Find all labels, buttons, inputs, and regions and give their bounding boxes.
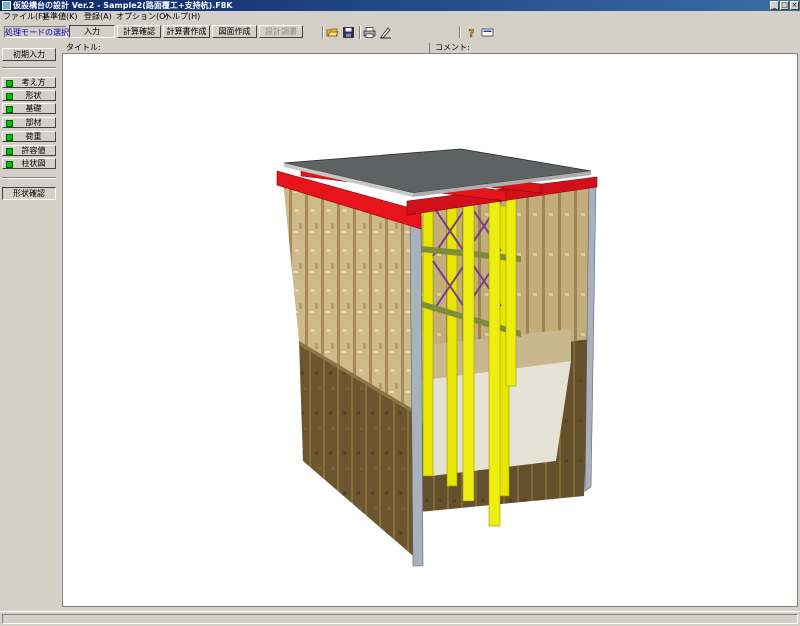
- help-icon[interactable]: ?: [465, 26, 478, 39]
- pile: [462, 195, 475, 502]
- menu-register[interactable]: 登録(A): [84, 11, 112, 23]
- status-cell: [2, 614, 798, 624]
- status-lamp: [6, 148, 13, 155]
- comment-field-label: コメント:: [435, 43, 470, 52]
- initial-input-button[interactable]: 初期入力: [2, 48, 56, 61]
- menu-help[interactable]: ヘルプ(H): [164, 11, 200, 23]
- status-lamp: [6, 106, 13, 113]
- window-title: 仮設構台の設計 Ver.2 - Sample2(路面覆工+支持杭).F8K: [13, 1, 233, 10]
- menu-options[interactable]: オプション(O): [116, 11, 169, 23]
- pile: [488, 200, 501, 527]
- app-icon: [2, 1, 11, 10]
- sidebar-item-approach[interactable]: 考え方: [2, 77, 56, 88]
- status-lamp: [6, 80, 13, 87]
- 3d-viewport[interactable]: [62, 53, 798, 607]
- initial-input-label: 初期入力: [13, 50, 45, 59]
- toolbar-separator: [322, 26, 324, 39]
- menu-standards[interactable]: 基準値(K): [42, 11, 78, 23]
- drawing-create-button[interactable]: 図面作成: [212, 25, 257, 38]
- toolbar-separator: [359, 26, 361, 39]
- design-record-button[interactable]: 設計調書: [259, 25, 303, 38]
- sidebar-item-label: 部材: [25, 118, 42, 127]
- sidebar-item-allowable[interactable]: 許容値: [2, 145, 56, 156]
- info-divider: [429, 43, 430, 53]
- sidebar-item-foundation[interactable]: 基礎: [2, 103, 56, 114]
- sidebar-item-label: 基礎: [25, 104, 42, 113]
- pile: [446, 200, 458, 487]
- sidebar-item-members[interactable]: 部材: [2, 117, 56, 128]
- calc-check-button[interactable]: 計算確認: [117, 25, 161, 38]
- save-icon[interactable]: [342, 26, 355, 39]
- sidebar-item-label: 許容値: [21, 146, 46, 155]
- sidebar-item-label: 荷重: [25, 132, 42, 141]
- sidebar-item-label: 形状: [25, 91, 42, 100]
- maximize-button[interactable]: □: [780, 1, 789, 10]
- sidebar-item-shape[interactable]: 形状: [2, 90, 56, 101]
- status-lamp: [6, 93, 13, 100]
- title-field-label: タイトル:: [66, 43, 101, 52]
- sidebar-item-label: 柱状図: [21, 159, 46, 168]
- minimize-button[interactable]: _: [770, 1, 779, 10]
- open-folder-icon[interactable]: [326, 26, 339, 39]
- sidebar-item-loads[interactable]: 荷重: [2, 131, 56, 142]
- shape-check-button[interactable]: 形状確認: [2, 187, 56, 200]
- sidebar-divider: [2, 67, 56, 69]
- status-lamp: [6, 161, 13, 168]
- status-lamp: [6, 120, 13, 127]
- status-lamp: [6, 134, 13, 141]
- print-icon[interactable]: [363, 26, 376, 39]
- svg-text:?: ?: [468, 27, 474, 39]
- input-mode-button[interactable]: 入力: [69, 25, 115, 38]
- status-bar: [0, 611, 800, 626]
- sidebar-divider: [2, 177, 56, 179]
- toolbar-separator: [459, 26, 461, 39]
- pile: [505, 190, 517, 387]
- info-bar: タイトル: コメント:: [62, 43, 800, 53]
- edit-icon[interactable]: [379, 26, 392, 39]
- sidebar-item-boring-log[interactable]: 柱状図: [2, 158, 56, 169]
- structure-3d-view[interactable]: [63, 54, 797, 606]
- toolbar: 処理モードの選択 入力 計算確認 計算書作成 図面作成 設計調書 ?: [0, 24, 800, 41]
- sidebar-item-label: 考え方: [21, 78, 46, 87]
- mode-selection-label: 処理モードの選択: [4, 26, 69, 38]
- report-create-button[interactable]: 計算書作成: [163, 25, 210, 38]
- menu-bar: ファイル(F) 基準値(K) 登録(A) オプション(O) ヘルプ(H): [0, 11, 800, 23]
- close-button[interactable]: ×: [790, 1, 799, 10]
- shape-check-label: 形状確認: [13, 189, 45, 198]
- menu-file[interactable]: ファイル(F): [3, 11, 46, 23]
- info-icon[interactable]: [481, 26, 494, 39]
- sidebar: 初期入力 考え方 形状 基礎 部材 荷重 許容値 柱状図 形状確認: [0, 43, 60, 608]
- title-bar: 仮設構台の設計 Ver.2 - Sample2(路面覆工+支持杭).F8K _ …: [0, 0, 800, 11]
